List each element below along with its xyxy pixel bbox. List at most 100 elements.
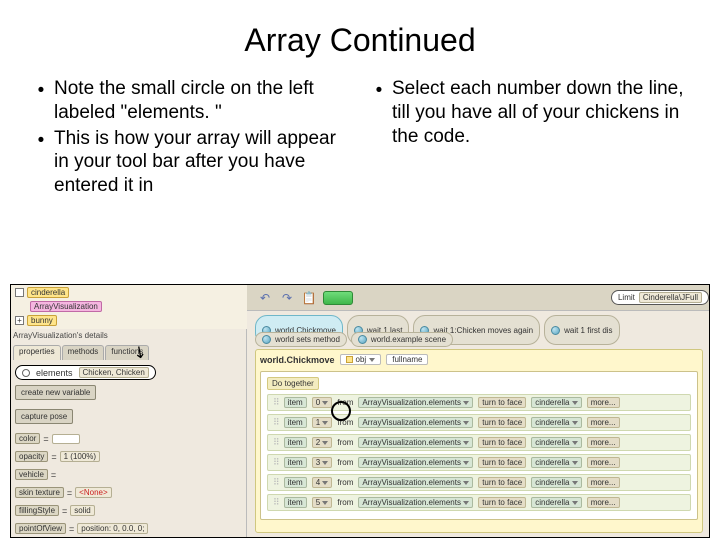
- prop-name: color: [15, 433, 40, 444]
- item-index[interactable]: 1: [312, 417, 333, 428]
- statement-row[interactable]: ⠿item5 fromArrayVisualization.elements t…: [267, 494, 691, 511]
- target-obj[interactable]: cinderella: [531, 457, 581, 468]
- expand-icon[interactable]: [15, 288, 24, 297]
- prop-value[interactable]: solid: [70, 505, 94, 516]
- more-dropdown[interactable]: more...: [587, 437, 620, 448]
- tab-properties[interactable]: properties: [13, 345, 61, 360]
- array-ref[interactable]: ArrayVisualization.elements: [358, 437, 473, 448]
- undo-icon[interactable]: ↶: [257, 290, 273, 306]
- more-dropdown[interactable]: more...: [587, 397, 620, 408]
- redo-icon[interactable]: ↷: [279, 290, 295, 306]
- prop-name: skin texture: [15, 487, 64, 498]
- sidebar: cinderella ArrayVisualization + bunny Ar…: [11, 285, 247, 537]
- array-ref[interactable]: ArrayVisualization.elements: [358, 417, 473, 428]
- drag-handle-icon[interactable]: ⠿: [273, 477, 279, 488]
- from-keyword: from: [337, 438, 353, 447]
- prop-value[interactable]: 1 (100%): [60, 451, 100, 462]
- param-chip[interactable]: obj: [340, 354, 382, 365]
- editor-body: world.Chickmove obj fullname Do together…: [255, 349, 703, 533]
- equals: =: [51, 452, 56, 462]
- statement-row[interactable]: ⠿item1 fromArrayVisualization.elements t…: [267, 414, 691, 431]
- more-dropdown[interactable]: more...: [587, 477, 620, 488]
- param-chip[interactable]: fullname: [386, 354, 428, 365]
- drag-handle-icon[interactable]: ⠿: [273, 437, 279, 448]
- prop-row[interactable]: skin texture= <None>: [15, 487, 230, 498]
- item-index[interactable]: 3: [312, 457, 333, 468]
- target-obj[interactable]: cinderella: [531, 477, 581, 488]
- more-dropdown[interactable]: more...: [587, 417, 620, 428]
- tree-row[interactable]: cinderella: [11, 285, 247, 299]
- prop-value-swatch[interactable]: [52, 434, 80, 444]
- method-tab[interactable]: world.example scene: [351, 332, 453, 347]
- prop-row[interactable]: fillingStyle= solid: [15, 505, 230, 516]
- array-ref[interactable]: ArrayVisualization.elements: [358, 477, 473, 488]
- clipboard-icon[interactable]: 📋: [301, 290, 317, 306]
- create-variable-button[interactable]: create new variable: [15, 385, 96, 400]
- capture-pose-button[interactable]: capture pose: [15, 409, 73, 424]
- bullet-dot: •: [28, 77, 54, 125]
- item-index[interactable]: 0: [312, 397, 333, 408]
- bullet-dot: •: [28, 127, 54, 198]
- item-keyword: item: [284, 397, 307, 408]
- array-ref[interactable]: ArrayVisualization.elements: [358, 397, 473, 408]
- run-button[interactable]: [323, 291, 353, 305]
- prop-row[interactable]: pointOfView= position: 0, 0.0, 0;: [15, 523, 230, 534]
- do-together-block[interactable]: Do together ⠿ item 0 from ArrayVisualizatio…: [260, 371, 698, 520]
- tree-item-label: ArrayVisualization: [30, 301, 102, 312]
- target-obj[interactable]: cinderella: [531, 417, 581, 428]
- equals: =: [62, 506, 67, 516]
- prop-row[interactable]: vehicle=: [15, 469, 230, 480]
- target-obj[interactable]: cinderella: [531, 437, 581, 448]
- drag-handle-icon[interactable]: ⠿: [273, 417, 279, 428]
- bullet-text: This is how your array will appear in yo…: [54, 127, 354, 198]
- elements-property-row[interactable]: elements Chicken, Chicken: [15, 365, 156, 380]
- action-label: turn to face: [478, 457, 526, 468]
- editor-area: ↶ ↷ 📋 Limit Cinderella\JFull world.Chick…: [247, 285, 709, 537]
- statement-row[interactable]: ⠿item2 fromArrayVisualization.elements t…: [267, 434, 691, 451]
- editor-toolbar: ↶ ↷ 📋 Limit Cinderella\JFull: [247, 285, 709, 311]
- prop-value[interactable]: <None>: [75, 487, 111, 498]
- array-ref[interactable]: ArrayVisualization.elements: [358, 497, 473, 508]
- expand-icon[interactable]: +: [15, 316, 24, 325]
- method-tab[interactable]: world sets method: [255, 332, 347, 347]
- from-keyword: from: [337, 478, 353, 487]
- more-dropdown[interactable]: more...: [587, 457, 620, 468]
- tree-row-selected[interactable]: ArrayVisualization: [11, 299, 247, 313]
- array-ref[interactable]: ArrayVisualization.elements: [358, 457, 473, 468]
- target-obj[interactable]: cinderella: [531, 397, 581, 408]
- equals: =: [43, 434, 48, 444]
- target-obj[interactable]: cinderella: [531, 497, 581, 508]
- elements-value[interactable]: Chicken, Chicken: [79, 367, 149, 378]
- item-index[interactable]: 4: [312, 477, 333, 488]
- drag-handle-icon[interactable]: ⠿: [273, 397, 279, 408]
- drag-handle-icon[interactable]: ⠿: [273, 497, 279, 508]
- bullet-item: • Note the small circle on the left labe…: [28, 77, 354, 125]
- circle-icon: [22, 369, 30, 377]
- statement-row[interactable]: ⠿item4 fromArrayVisualization.elements t…: [267, 474, 691, 491]
- statement-row[interactable]: ⠿item3 fromArrayVisualization.elements t…: [267, 454, 691, 471]
- more-dropdown[interactable]: more...: [587, 497, 620, 508]
- equals: =: [69, 524, 74, 534]
- prop-name: opacity: [15, 451, 48, 462]
- item-keyword: item: [284, 417, 307, 428]
- param-label: obj: [356, 355, 367, 364]
- tab-methods[interactable]: methods: [62, 345, 105, 360]
- method-tabs-row2: world sets method world.example scene: [255, 332, 703, 347]
- tree-item-label: cinderella: [27, 287, 69, 298]
- editor-header: world.Chickmove obj fullname: [260, 354, 698, 365]
- limit-capsule[interactable]: Limit Cinderella\JFull: [611, 290, 709, 305]
- tree-row[interactable]: + bunny: [11, 313, 247, 327]
- prop-row[interactable]: color=: [15, 433, 230, 444]
- prop-value[interactable]: position: 0, 0.0, 0;: [77, 523, 148, 534]
- bullet-columns: • Note the small circle on the left labe…: [0, 77, 720, 200]
- method-tab-label: world sets method: [275, 335, 340, 344]
- action-label: turn to face: [478, 437, 526, 448]
- bullet-item: • This is how your array will appear in …: [28, 127, 354, 198]
- do-together-label: Do together: [267, 377, 319, 390]
- item-index[interactable]: 2: [312, 437, 333, 448]
- prop-row[interactable]: opacity= 1 (100%): [15, 451, 230, 462]
- drag-handle-icon[interactable]: ⠿: [273, 457, 279, 468]
- globe-icon: [358, 335, 367, 344]
- item-index[interactable]: 5: [312, 497, 333, 508]
- method-name: world.Chickmove: [260, 355, 335, 365]
